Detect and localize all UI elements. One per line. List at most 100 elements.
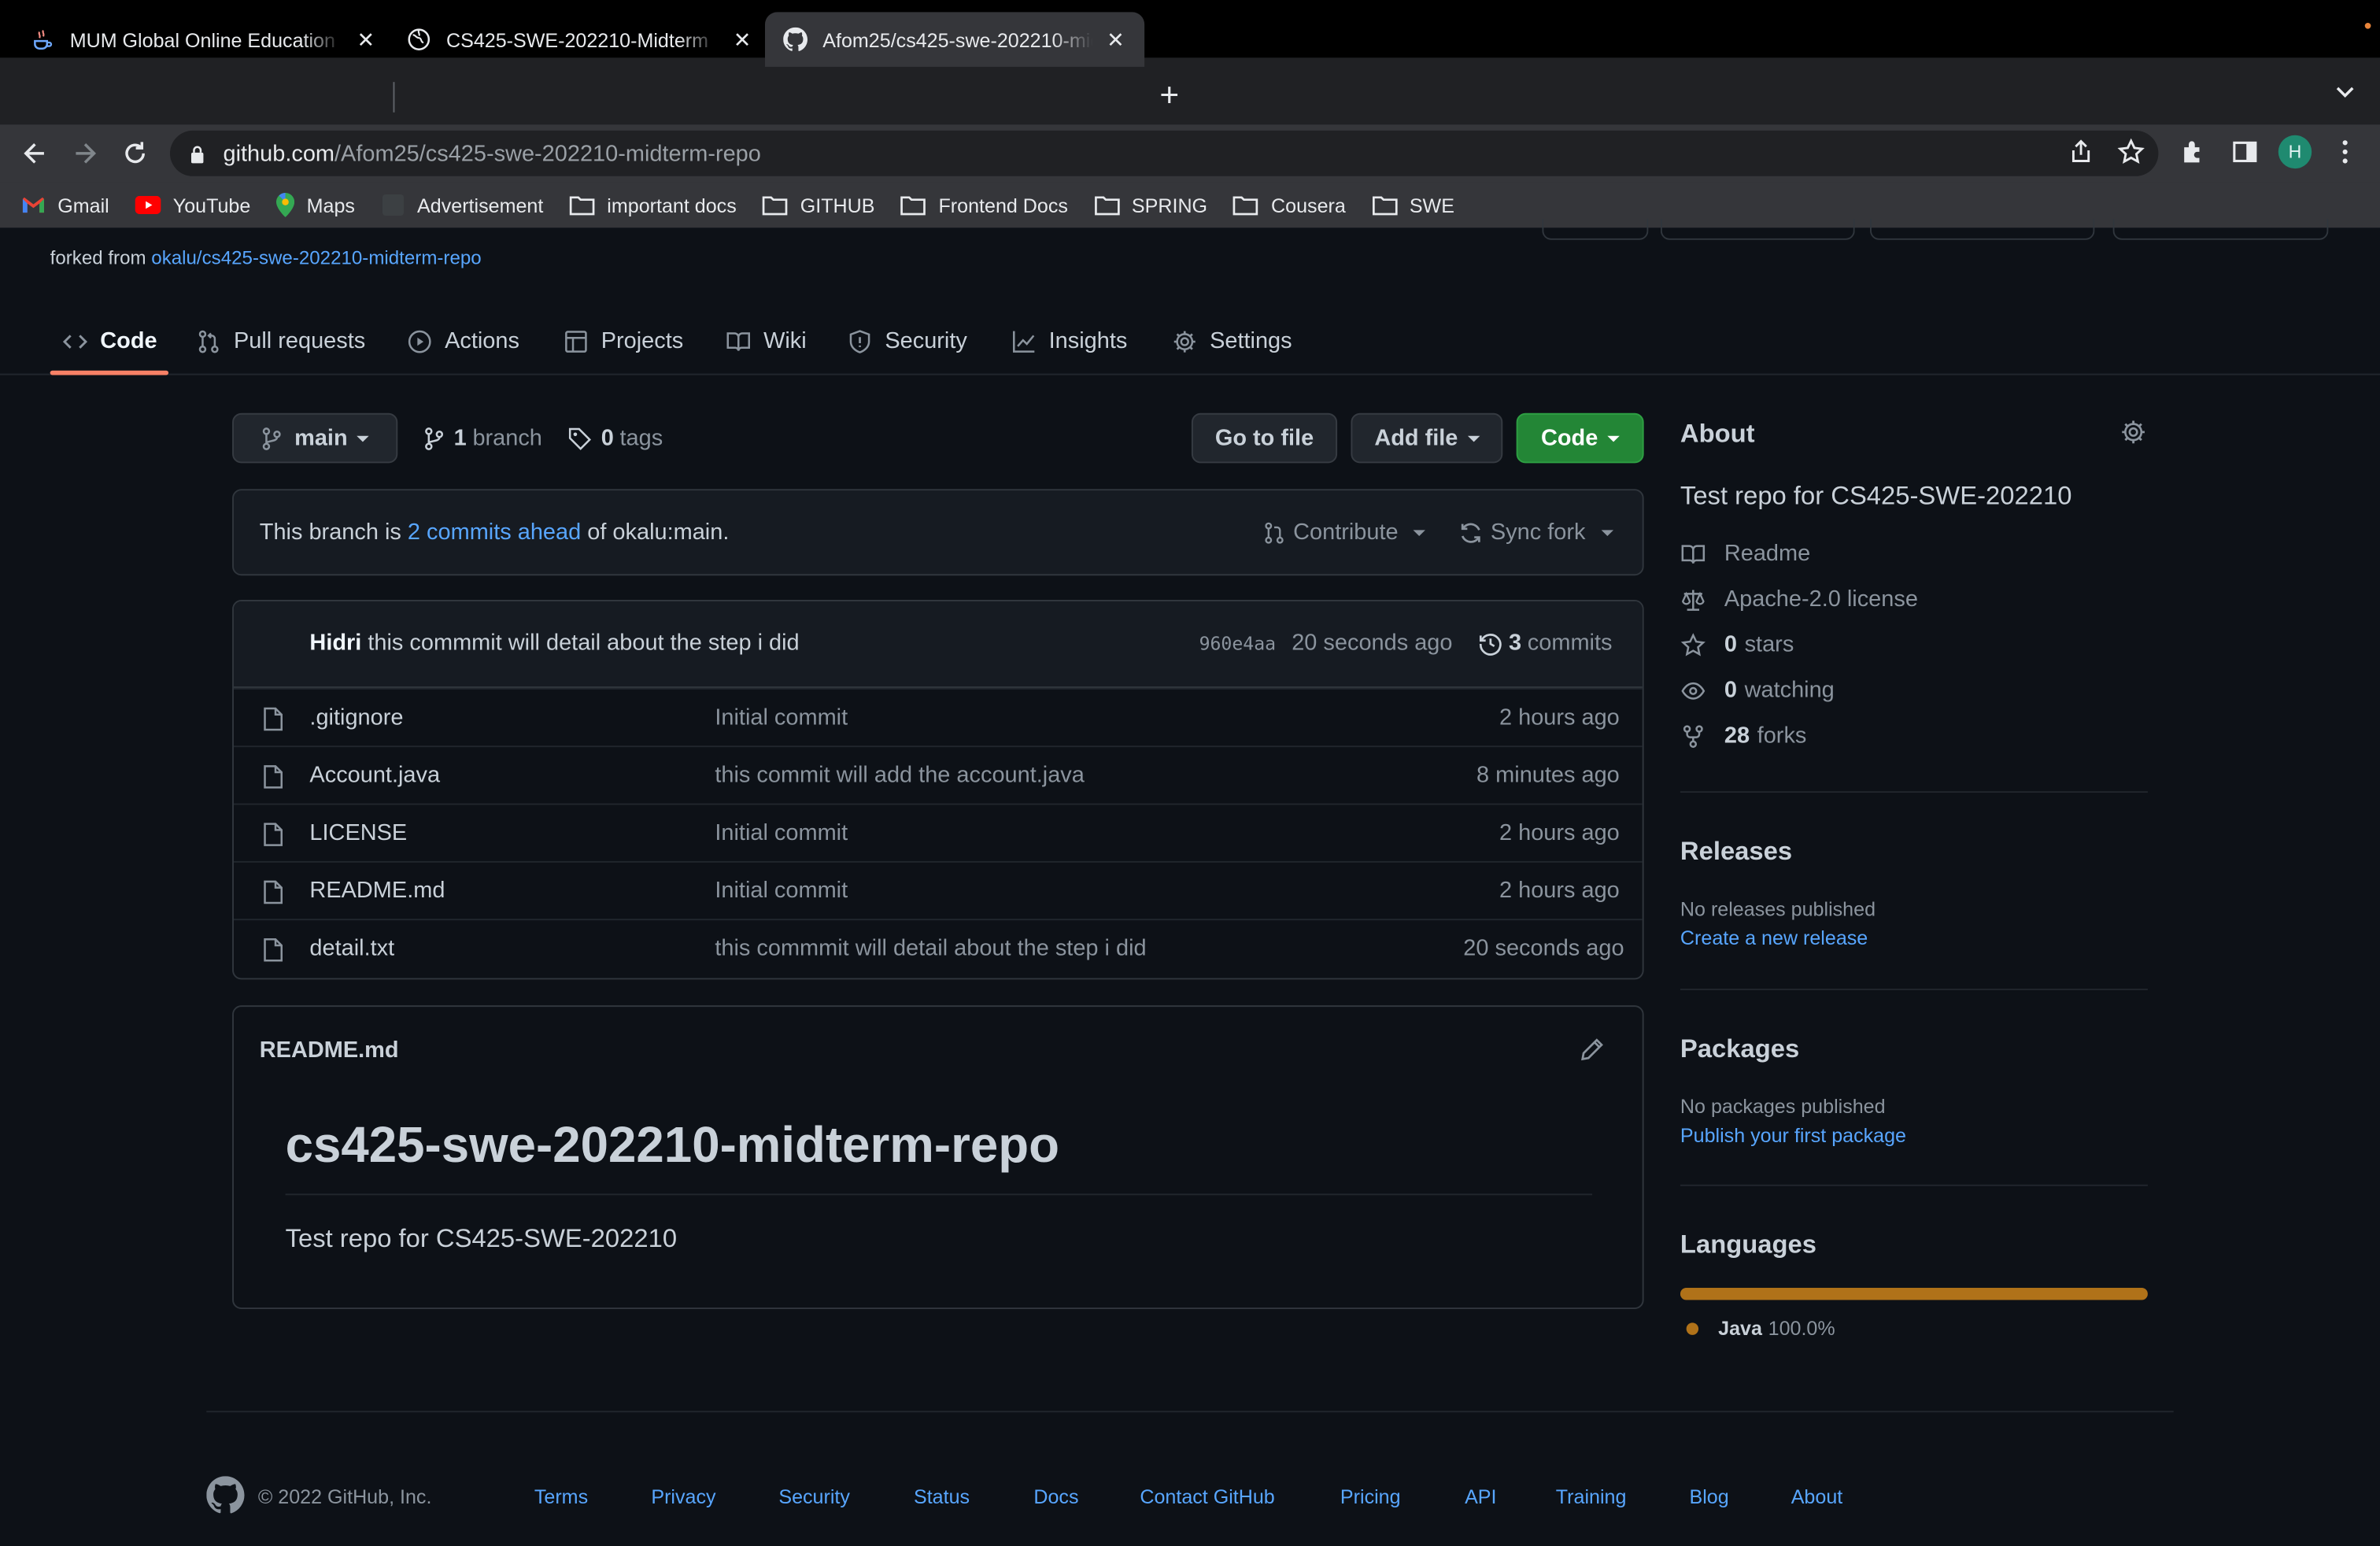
github-mark-icon[interactable] [206,1476,245,1514]
readme-link[interactable]: Readme [1680,541,1810,567]
language-java[interactable]: Java 100.0% [1686,1317,1835,1340]
pencil-edit-icon[interactable] [1580,1037,1605,1062]
contribute-button[interactable]: Contribute [1263,520,1426,546]
commit-sha[interactable]: 960e4aa [1199,634,1277,655]
url-text: github.com/Afom25/cs425-swe-202210-midte… [223,140,760,166]
footer-link-status[interactable]: Status [914,1485,970,1508]
file-row[interactable]: .gitignore Initial commit 2 hours ago [233,687,1643,745]
tab-pull-requests[interactable]: Pull requests [196,307,365,375]
branches-link[interactable]: 1 branch [423,425,542,451]
releases-title[interactable]: Releases [1680,837,1792,867]
file-name[interactable]: LICENSE [309,820,407,846]
commit-author[interactable]: Hidri [309,631,361,656]
book-icon [1680,542,1708,566]
footer-link-training[interactable]: Training [1556,1485,1627,1508]
bookmark-folder-spring[interactable]: SPRING [1094,194,1207,216]
tab-insights[interactable]: Insights [1011,307,1127,375]
sync-fork-button[interactable]: Sync fork [1458,520,1613,546]
go-to-file-button[interactable]: Go to file [1191,412,1338,464]
file-row[interactable]: README.md Initial commit 2 hours ago [233,860,1643,919]
branch-select-button[interactable]: main [232,412,398,464]
header-action-button[interactable] [1660,218,1855,240]
footer-link-docs[interactable]: Docs [1033,1485,1078,1508]
file-row[interactable]: LICENSE Initial commit 2 hours ago [233,803,1643,861]
bookmark-folder-frontend-docs[interactable]: Frontend Docs [900,194,1068,216]
bookmark-gmail[interactable]: Gmail [21,194,109,216]
license-link[interactable]: Apache-2.0 license [1680,586,1918,612]
footer-link-terms[interactable]: Terms [534,1485,588,1508]
file-name[interactable]: Account.java [309,762,440,788]
watchers-link[interactable]: 0 watching [1680,677,1835,703]
tab-wiki[interactable]: Wiki [726,307,807,375]
extensions-puzzle-icon[interactable] [2179,139,2207,166]
tab-close-icon[interactable]: ✕ [355,27,376,53]
file-name[interactable]: detail.txt [309,935,394,961]
code-dropdown-button[interactable]: Code [1516,412,1644,464]
reload-icon[interactable] [120,139,150,169]
bookmark-advertisement[interactable]: Advertisement [381,193,543,217]
file-commit-message[interactable]: Initial commit [715,820,848,846]
browser-tab-github[interactable]: Afom25/cs425-swe-202210-midterm-repo ✕ [764,12,1145,67]
tags-link[interactable]: 0 tags [567,425,663,451]
tab-security[interactable]: Security [847,307,967,375]
tab-close-icon[interactable]: ✕ [732,27,753,53]
bookmark-folder-swe[interactable]: SWE [1372,194,1454,216]
tab-label: Actions [445,327,519,354]
back-arrow-icon[interactable] [20,139,50,169]
tab-actions[interactable]: Actions [407,307,519,375]
create-release-link[interactable]: Create a new release [1680,926,1868,949]
file-commit-message[interactable]: Initial commit [715,878,848,904]
file-name[interactable]: README.md [309,878,445,904]
readme-header[interactable]: README.md [260,1037,399,1063]
commit-history-link[interactable]: 3 commits [1478,631,1613,656]
folder-icon [763,194,789,216]
side-panel-icon[interactable] [2231,139,2259,166]
tab-code[interactable]: Code [62,307,157,375]
share-icon[interactable] [2068,139,2095,166]
tab-projects[interactable]: Projects [563,307,683,375]
address-bar[interactable]: github.com/Afom25/cs425-swe-202210-midte… [169,130,2159,176]
browser-tab-mum[interactable]: MUM Global Online Education ✕ [12,12,394,66]
new-tab-button[interactable]: + [1159,78,1179,112]
gear-icon[interactable] [2120,419,2146,445]
publish-package-link[interactable]: Publish your first package [1680,1124,1906,1147]
file-commit-message[interactable]: this commit will add the account.java [715,762,1085,788]
readme-label: Readme [1724,540,1811,567]
header-action-button[interactable] [1869,218,2095,240]
commits-ahead-link[interactable]: 2 commits ahead [408,520,581,546]
forks-link[interactable]: 28 forks [1680,723,1806,749]
footer-link-pricing[interactable]: Pricing [1340,1485,1401,1508]
footer-link-api[interactable]: API [1465,1485,1496,1508]
bookmark-star-icon[interactable] [2117,138,2145,166]
packages-title[interactable]: Packages [1680,1034,1799,1065]
file-commit-message[interactable]: this commmit will detail about the step … [715,935,1146,961]
bookmark-folder-important-docs[interactable]: important docs [569,194,737,216]
browser-tab-midterm[interactable]: CS425-SWE-202210-Midterm ✕ [389,12,771,66]
bookmark-folder-github[interactable]: GITHUB [763,194,874,216]
header-action-button[interactable] [1542,218,1649,240]
footer-link-about[interactable]: About [1791,1485,1843,1508]
gmail-icon [21,196,46,214]
footer-link-blog[interactable]: Blog [1689,1485,1728,1508]
file-name[interactable]: .gitignore [309,705,403,730]
tab-settings[interactable]: Settings [1172,307,1292,375]
file-commit-message[interactable]: Initial commit [715,705,848,730]
bookmark-folder-cousera[interactable]: Cousera [1233,194,1346,216]
bookmark-youtube[interactable]: YouTube [135,194,250,216]
footer-link-privacy[interactable]: Privacy [651,1485,715,1508]
tab-close-icon[interactable]: ✕ [1105,27,1126,53]
forked-from-link[interactable]: okalu/cs425-swe-202210-midterm-repo [151,247,481,268]
header-action-button[interactable] [2112,218,2329,240]
latest-commit-message[interactable]: Hidri this commmit will detail about the… [309,631,799,656]
forward-arrow-icon[interactable] [70,139,101,169]
profile-avatar[interactable]: H [2278,135,2312,169]
kebab-menu-icon[interactable] [2333,139,2357,166]
footer-link-contact[interactable]: Contact GitHub [1140,1485,1274,1508]
stars-link[interactable]: 0 stars [1680,632,1794,657]
bookmark-maps[interactable]: Maps [276,193,355,217]
file-row[interactable]: detail.txt this commmit will detail abou… [233,919,1643,976]
add-file-button[interactable]: Add file [1351,412,1503,464]
tab-search-chevron-icon[interactable] [2334,85,2356,100]
footer-link-security[interactable]: Security [778,1485,850,1508]
file-row[interactable]: Account.java this commit will add the ac… [233,745,1643,803]
